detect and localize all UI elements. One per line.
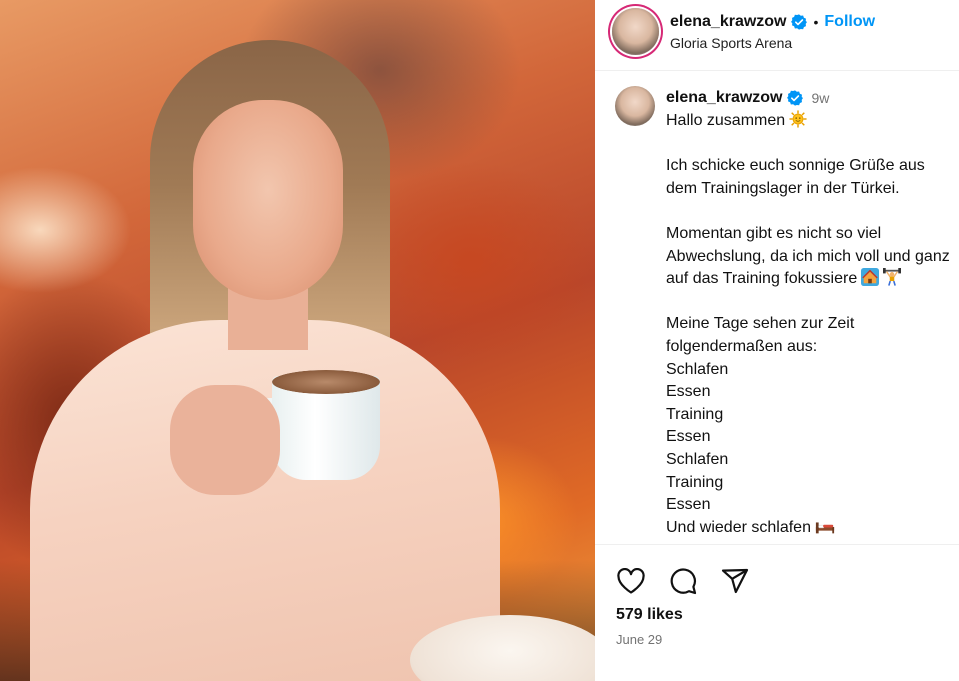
caption-line: Essen (666, 383, 711, 401)
caption-line: Training (666, 473, 724, 491)
location-link[interactable]: Gloria Sports Arena (670, 35, 792, 51)
comment-button[interactable] (667, 565, 699, 597)
verified-badge-icon (786, 90, 803, 106)
caption-line: Schlafen (666, 450, 729, 468)
caption-line: Training (666, 405, 724, 423)
woman-hand (170, 385, 280, 495)
sun-emoji-icon (789, 110, 807, 128)
action-bar (615, 565, 751, 597)
coffee-surface (272, 370, 380, 394)
caption-line (666, 291, 959, 314)
likes-count[interactable]: 579 likes (616, 606, 683, 624)
caption-line: Momentan gibt es nicht so viel (666, 224, 882, 242)
caption-author-avatar[interactable] (615, 86, 655, 126)
caption-username[interactable]: elena_krawzow (666, 89, 783, 107)
woman-face (193, 100, 343, 300)
caption-line: Meine Tage sehen zur Zeit (666, 315, 855, 333)
caption-line: dem Trainingslager in der Türkei. (666, 179, 900, 197)
header-user-row: elena_krawzow • Follow (670, 12, 875, 32)
header-username[interactable]: elena_krawzow (670, 13, 787, 31)
post-photo[interactable] (0, 0, 595, 681)
post-date[interactable]: June 29 (616, 632, 662, 647)
caption-line: Ich schicke euch sonnige Grüße aus (666, 157, 925, 175)
caption-line: Abwechslung, da ich mich voll und ganz (666, 247, 950, 265)
bed-emoji-icon (815, 522, 835, 534)
caption-user-row: elena_krawzow 9w (666, 88, 829, 108)
post-footer: 579 likes June 29 (595, 544, 959, 681)
post-side-panel: elena_krawzow • Follow Gloria Sports Are… (595, 0, 959, 681)
caption-line: Essen (666, 496, 711, 514)
separator-dot: • (813, 14, 819, 30)
caption-line: Hallo zusammen (666, 110, 959, 133)
share-button[interactable] (719, 565, 751, 597)
author-avatar[interactable] (612, 8, 659, 55)
share-icon (721, 568, 749, 594)
verified-badge-icon (790, 14, 807, 30)
post-time-ago[interactable]: 9w (812, 90, 830, 106)
caption-line: auf das Training fokussiere (666, 268, 959, 291)
like-button[interactable] (615, 565, 647, 597)
caption-line (666, 200, 959, 223)
caption-line: Und wieder schlafen (666, 517, 959, 540)
follow-button[interactable]: Follow (824, 13, 875, 31)
woman-shirt (30, 320, 500, 681)
house-emoji-icon (861, 268, 880, 287)
caption-line: Schlafen (666, 360, 729, 378)
caption-line: folgendermaßen aus: (666, 337, 818, 355)
weightlifter-emoji-icon (883, 268, 902, 286)
post-header: elena_krawzow • Follow Gloria Sports Are… (595, 0, 959, 71)
caption-line (666, 133, 959, 156)
post-caption: Hallo zusammen Ich schicke euch sonnige … (666, 110, 959, 539)
comment-icon (670, 568, 697, 595)
caption-line: Essen (666, 428, 711, 446)
heart-icon (617, 568, 645, 594)
